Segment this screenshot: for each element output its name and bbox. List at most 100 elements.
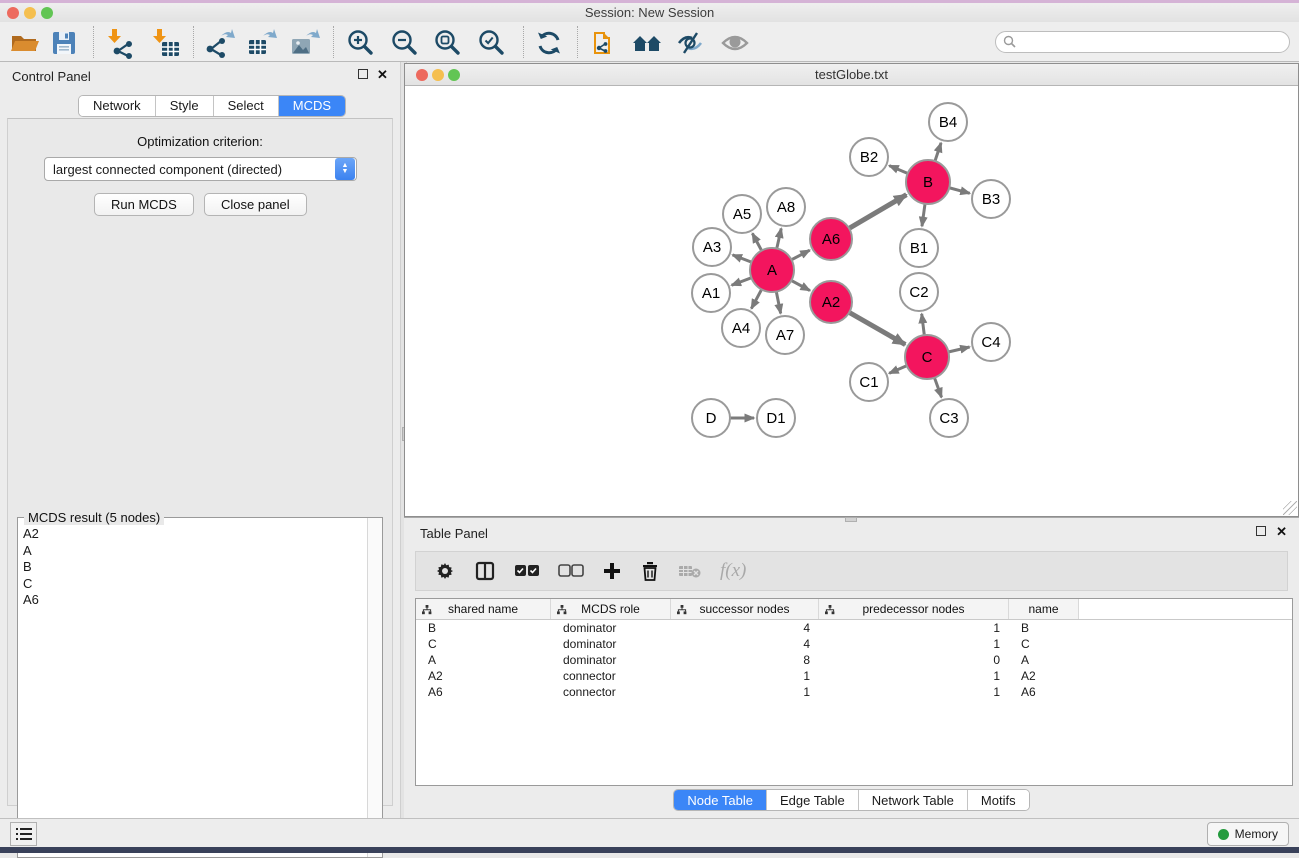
network-graph[interactable]: B4B2BB3A5A8A6A3B1AC2A1A2A4A7C4CC1DD1C3 xyxy=(406,87,1297,516)
table-cell[interactable]: 8 xyxy=(671,652,819,668)
tab-motifs[interactable]: Motifs xyxy=(968,790,1029,810)
export-network-icon[interactable] xyxy=(204,27,236,59)
result-item[interactable]: A6 xyxy=(23,592,365,609)
table-cell[interactable]: 1 xyxy=(671,684,819,700)
home-pages-icon[interactable] xyxy=(631,27,663,59)
delete-table-icon[interactable] xyxy=(678,563,702,579)
result-item[interactable]: A xyxy=(23,543,365,560)
show-details-icon[interactable] xyxy=(719,27,751,59)
hide-details-icon[interactable] xyxy=(674,27,706,59)
refresh-icon[interactable] xyxy=(533,27,565,59)
app-titlebar[interactable]: Session: New Session xyxy=(0,3,1299,22)
table-tabs-bar: Node TableEdge TableNetwork TableMotifs xyxy=(404,789,1299,811)
deselect-all-icon[interactable] xyxy=(558,564,584,578)
table-row[interactable]: A2connector11A2 xyxy=(416,668,1292,684)
table-settings-icon[interactable] xyxy=(434,560,456,582)
zoom-out-icon[interactable] xyxy=(389,27,421,59)
table-cell[interactable]: connector xyxy=(551,668,671,684)
show-columns-icon[interactable] xyxy=(474,560,496,582)
minimize-window-button[interactable] xyxy=(24,7,36,19)
table-cell[interactable]: 1 xyxy=(819,636,1009,652)
divider-grip-horizontal[interactable] xyxy=(845,517,857,522)
float-table-panel-icon[interactable] xyxy=(1256,526,1266,536)
search-input[interactable] xyxy=(1017,35,1289,49)
table-cell[interactable]: B xyxy=(1009,620,1079,636)
table-cell[interactable]: connector xyxy=(551,684,671,700)
window-resize-grip[interactable] xyxy=(1283,501,1297,515)
table-cell[interactable]: B xyxy=(416,620,551,636)
import-network-icon[interactable] xyxy=(105,27,137,59)
export-table-icon[interactable] xyxy=(246,27,278,59)
tab-style[interactable]: Style xyxy=(156,96,214,116)
save-session-icon[interactable] xyxy=(48,27,80,59)
result-item[interactable]: A2 xyxy=(23,526,365,543)
function-builder-icon[interactable]: f(x) xyxy=(720,560,746,582)
network-window-titlebar[interactable]: testGlobe.txt xyxy=(405,64,1298,86)
mcds-result-list[interactable]: A2ABCA6 xyxy=(19,526,365,856)
column-header-shared-name[interactable]: shared name xyxy=(416,599,551,619)
network-from-file-icon[interactable] xyxy=(589,27,621,59)
result-item[interactable]: C xyxy=(23,576,365,593)
zoom-in-icon[interactable] xyxy=(345,27,377,59)
table-cell[interactable]: C xyxy=(1009,636,1079,652)
task-history-button[interactable] xyxy=(10,822,37,846)
table-cell[interactable]: 4 xyxy=(671,620,819,636)
network-canvas[interactable]: B4B2BB3A5A8A6A3B1AC2A1A2A4A7C4CC1DD1C3 xyxy=(406,87,1297,516)
table-cell[interactable]: dominator xyxy=(551,620,671,636)
node-table[interactable]: shared nameMCDS rolesuccessor nodesprede… xyxy=(415,598,1293,786)
close-table-panel-icon[interactable]: ✕ xyxy=(1276,524,1287,540)
table-cell[interactable]: dominator xyxy=(551,652,671,668)
close-window-button[interactable] xyxy=(7,7,19,19)
delete-column-icon[interactable] xyxy=(640,560,660,582)
table-cell[interactable]: A2 xyxy=(1009,668,1079,684)
search-field[interactable] xyxy=(995,31,1290,53)
maximize-window-button[interactable] xyxy=(41,7,53,19)
optimization-criterion-select[interactable]: largest connected component (directed) ▲… xyxy=(44,157,357,181)
table-row[interactable]: Bdominator41B xyxy=(416,620,1292,636)
table-cell[interactable]: dominator xyxy=(551,636,671,652)
tab-node-table[interactable]: Node Table xyxy=(674,790,767,810)
zoom-selected-icon[interactable] xyxy=(476,27,508,59)
column-header-name[interactable]: name xyxy=(1009,599,1079,619)
tab-mcds[interactable]: MCDS xyxy=(279,96,345,116)
tab-edge-table[interactable]: Edge Table xyxy=(767,790,859,810)
close-panel-button[interactable]: Close panel xyxy=(204,193,307,216)
add-column-icon[interactable] xyxy=(602,561,622,581)
select-all-icon[interactable] xyxy=(514,564,540,578)
tab-network[interactable]: Network xyxy=(79,96,156,116)
table-cell[interactable]: 1 xyxy=(671,668,819,684)
table-cell[interactable]: A2 xyxy=(416,668,551,684)
column-header-successor-nodes[interactable]: successor nodes xyxy=(671,599,819,619)
tab-select[interactable]: Select xyxy=(214,96,279,116)
table-cell[interactable]: 0 xyxy=(819,652,1009,668)
net-minimize-button[interactable] xyxy=(432,69,444,81)
table-row[interactable]: A6connector11A6 xyxy=(416,684,1292,700)
table-cell[interactable]: A xyxy=(1009,652,1079,668)
table-cell[interactable]: A6 xyxy=(1009,684,1079,700)
table-row[interactable]: Cdominator41C xyxy=(416,636,1292,652)
table-row[interactable]: Adominator80A xyxy=(416,652,1292,668)
run-mcds-button[interactable]: Run MCDS xyxy=(94,193,194,216)
close-panel-icon[interactable]: ✕ xyxy=(377,67,388,83)
table-cell[interactable]: 4 xyxy=(671,636,819,652)
table-cell[interactable]: 1 xyxy=(819,620,1009,636)
open-file-icon[interactable] xyxy=(8,27,40,59)
table-cell[interactable]: 1 xyxy=(819,668,1009,684)
export-image-icon[interactable] xyxy=(289,27,321,59)
result-scrollbar[interactable] xyxy=(367,518,382,857)
memory-button[interactable]: Memory xyxy=(1207,822,1289,846)
status-bar: Memory xyxy=(0,818,1299,847)
table-cell[interactable]: C xyxy=(416,636,551,652)
table-cell[interactable]: A xyxy=(416,652,551,668)
float-panel-icon[interactable] xyxy=(358,69,368,79)
tab-network-table[interactable]: Network Table xyxy=(859,790,968,810)
column-header-predecessor-nodes[interactable]: predecessor nodes xyxy=(819,599,1009,619)
table-cell[interactable]: 1 xyxy=(819,684,1009,700)
import-table-icon[interactable] xyxy=(150,27,182,59)
zoom-fit-icon[interactable] xyxy=(432,27,464,59)
net-close-button[interactable] xyxy=(416,69,428,81)
column-header-MCDS-role[interactable]: MCDS role xyxy=(551,599,671,619)
table-cell[interactable]: A6 xyxy=(416,684,551,700)
result-item[interactable]: B xyxy=(23,559,365,576)
net-maximize-button[interactable] xyxy=(448,69,460,81)
